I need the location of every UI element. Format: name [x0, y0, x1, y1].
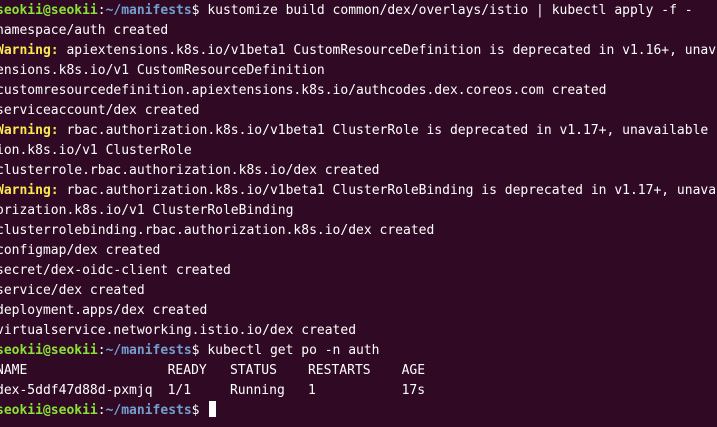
warning-line: Warning: apiextensions.k8s.io/v1beta1 Cu…: [0, 41, 717, 61]
output-line: clusterrolebinding.rbac.authorization.k8…: [0, 223, 435, 238]
prompt-line: seokii@seokii:~/manifests$ kustomize bui…: [0, 1, 713, 21]
table-cell: dex-5ddf47d88d-pxmjq: [0, 383, 153, 398]
output-line: clusterrole.rbac.authorization.k8s.io/de…: [0, 163, 380, 178]
command-text: [200, 403, 208, 418]
prompt-path: ~/manifests: [105, 3, 192, 18]
terminal-cursor[interactable]: [209, 401, 217, 417]
warning-label: Warning:: [0, 43, 59, 58]
output-line: secret/dex-oidc-client created: [0, 263, 231, 278]
output-line: configmap/dex created: [0, 243, 161, 258]
table-header-cell: AGE: [401, 363, 426, 378]
table-header-cell: STATUS: [229, 363, 277, 378]
output-line: deployment.apps/dex created: [0, 303, 208, 318]
table-header-cell: RESTARTS: [307, 363, 371, 378]
output-line: customresourcedefinition.apiextensions.k…: [0, 83, 607, 98]
table-row: dex-5ddf47d88d-pxmjq 1/1 Running 1 17s: [0, 381, 713, 401]
prompt-separator: :: [97, 3, 106, 18]
prompt-user-host: seokii@seokii: [0, 403, 98, 418]
table-cell: Running: [229, 383, 285, 398]
prompt-line: seokii@seokii:~/manifests$ kubectl get p…: [0, 341, 713, 361]
warning-message: apiextensions.k8s.io/v1beta1 CustomResou…: [66, 43, 717, 58]
prompt-separator: :: [97, 403, 106, 418]
prompt-user-host: seokii@seokii: [0, 3, 98, 18]
warning-line: Warning: rbac.authorization.k8s.io/v1bet…: [0, 181, 717, 201]
prompt-line: seokii@seokii:~/manifests$: [0, 401, 713, 421]
table-cell: 1: [307, 383, 316, 398]
table-cell: 1/1: [167, 383, 192, 398]
output-line: orization.k8s.io/v1 ClusterRoleBinding: [0, 203, 294, 218]
output-line: ion.k8s.io/v1 ClusterRole: [0, 143, 192, 158]
warning-message: rbac.authorization.k8s.io/v1beta1 Cluste…: [58, 183, 717, 198]
terminal-window[interactable]: seokii@seokii:~/manifests$ kustomize bui…: [0, 0, 717, 427]
output-line: namespace/auth created: [0, 23, 169, 38]
table-cell: 17s: [401, 383, 426, 398]
output-line: ensions.k8s.io/v1 CustomResourceDefiniti…: [0, 63, 325, 78]
warning-message: rbac.authorization.k8s.io/v1beta1 Cluste…: [58, 123, 709, 138]
prompt-symbol: $: [191, 403, 200, 418]
warning-label: Warning:: [0, 123, 59, 138]
command-text: kubectl get po -n auth: [199, 343, 380, 358]
prompt-path: ~/manifests: [105, 403, 192, 418]
output-line: virtualservice.networking.istio.io/dex c…: [0, 323, 357, 338]
output-line: service/dex created: [0, 283, 145, 298]
table-header: NAME READY STATUS RESTARTS AGE: [0, 361, 713, 381]
command-text: kustomize build common/dex/overlays/isti…: [199, 3, 693, 18]
warning-label: Warning:: [0, 183, 59, 198]
table-header-cell: NAME: [0, 363, 28, 378]
prompt-user-host: seokii@seokii: [0, 343, 98, 358]
prompt-separator: :: [97, 343, 106, 358]
warning-line: Warning: rbac.authorization.k8s.io/v1bet…: [0, 121, 713, 141]
table-header-cell: READY: [167, 363, 207, 378]
prompt-symbol: $: [191, 3, 200, 18]
prompt-symbol: $: [191, 343, 200, 358]
output-line: serviceaccount/dex created: [0, 103, 200, 118]
prompt-path: ~/manifests: [105, 343, 192, 358]
